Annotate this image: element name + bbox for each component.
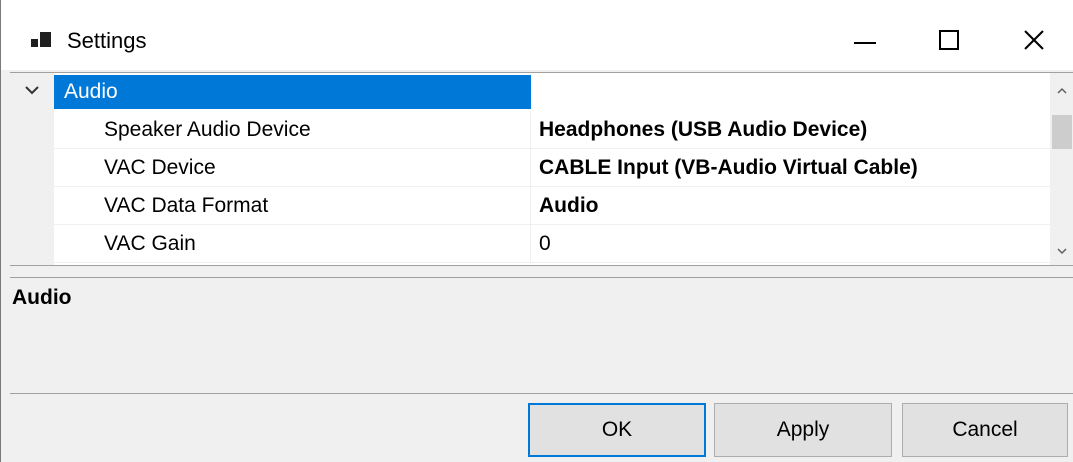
scroll-down-icon[interactable] (1056, 245, 1068, 257)
title-bar[interactable]: Settings (1, 0, 1073, 70)
property-value[interactable]: Audio (539, 187, 1049, 224)
category-label[interactable]: Audio (54, 75, 531, 109)
maximize-button[interactable] (919, 14, 979, 66)
description-panel: Audio (10, 277, 1073, 394)
grid-splitter[interactable] (10, 265, 1073, 277)
ok-button[interactable]: OK (528, 403, 706, 457)
chevron-down-icon[interactable] (24, 82, 40, 98)
minimize-icon (854, 42, 876, 44)
minimize-button[interactable] (835, 14, 895, 66)
vertical-scrollbar[interactable] (1050, 73, 1073, 265)
property-name[interactable]: Speaker Audio Device (54, 111, 531, 148)
apply-button[interactable]: Apply (714, 403, 892, 457)
settings-window: Settings Audio Speaker Audio Device Head… (0, 0, 1073, 462)
description-title: Audio (12, 286, 72, 309)
property-name[interactable]: VAC Data Format (54, 187, 531, 224)
property-grid[interactable]: Audio Speaker Audio Device Headphones (U… (10, 72, 1073, 265)
category-row-audio[interactable]: Audio (10, 73, 1050, 111)
window-title: Settings (67, 28, 147, 53)
property-name[interactable]: VAC Gain (54, 225, 531, 262)
property-value[interactable]: CABLE Input (VB-Audio Virtual Cable) (539, 149, 1049, 186)
cancel-button[interactable]: Cancel (902, 403, 1068, 457)
property-row-vac-data-format[interactable]: VAC Data Format Audio (54, 187, 1050, 225)
maximize-icon (939, 30, 959, 50)
property-value[interactable]: Headphones (USB Audio Device) (539, 111, 1049, 148)
property-row-speaker-audio-device[interactable]: Speaker Audio Device Headphones (USB Aud… (54, 111, 1050, 149)
scrollbar-thumb[interactable] (1052, 115, 1072, 149)
close-button[interactable] (1004, 14, 1064, 66)
close-icon (1024, 30, 1044, 50)
property-value[interactable]: 0 (539, 225, 1049, 262)
app-window-icon (31, 32, 53, 50)
property-row-vac-device[interactable]: VAC Device CABLE Input (VB-Audio Virtual… (54, 149, 1050, 187)
scroll-up-icon[interactable] (1056, 85, 1068, 97)
property-name[interactable]: VAC Device (54, 149, 531, 186)
property-row-vac-gain[interactable]: VAC Gain 0 (54, 225, 1050, 263)
